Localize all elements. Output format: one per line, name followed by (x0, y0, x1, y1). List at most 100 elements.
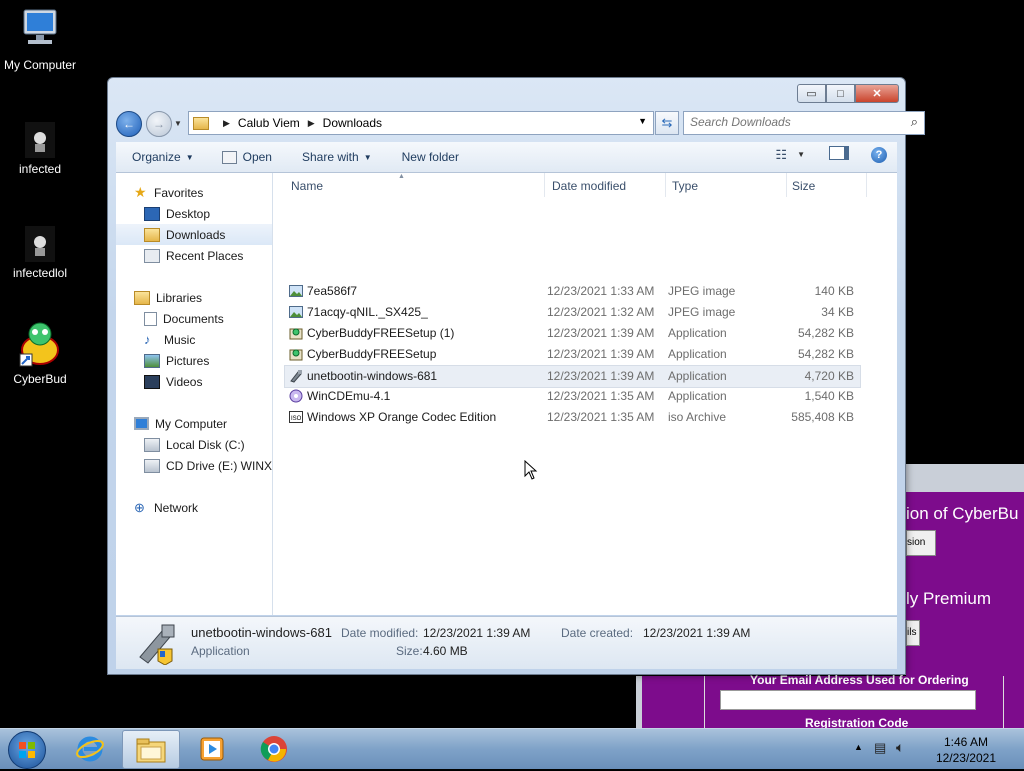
explorer-window[interactable]: ▭ □ ✕ ← → ▼ ▶ Calub Viem ▶ Downloads ▼ ⇆… (107, 77, 925, 675)
views-button[interactable]: ☷ ▼ (775, 147, 805, 163)
nav-libraries[interactable]: Libraries (116, 287, 272, 308)
taskbar-chrome[interactable] (246, 730, 302, 767)
nav-videos[interactable]: Videos (116, 371, 272, 392)
nav-favorites[interactable]: ★ Favorites (116, 182, 272, 203)
refresh-button[interactable]: ⇆ (655, 111, 679, 135)
iso-icon: ISO (289, 411, 303, 423)
chrome-icon (260, 735, 287, 762)
search-box[interactable]: ⌕ (683, 111, 925, 135)
file-list: ▲ Name Date modified Type Size 7ea586f7 … (273, 173, 897, 615)
image-icon (289, 285, 303, 297)
libraries-group: Libraries Documents ♪ Music Pictures Vid… (116, 287, 272, 392)
back-button[interactable]: ← (116, 111, 142, 137)
open-button[interactable]: Open (221, 150, 272, 164)
column-name[interactable]: Name (291, 179, 323, 193)
desktop-icon-infectedlol[interactable]: infectedlol (0, 226, 80, 280)
nav-music[interactable]: ♪ Music (116, 329, 272, 350)
details-date-modified: 12/23/2021 1:39 AM (423, 626, 531, 640)
file-row[interactable]: ISO Windows XP Orange Codec Edition 12/2… (285, 407, 860, 428)
desktop-icon-infected[interactable]: infected (0, 122, 80, 176)
new-folder-button[interactable]: New folder (402, 150, 459, 164)
cd-drive-icon (144, 458, 160, 473)
breadcrumb-downloads[interactable]: Downloads (323, 116, 382, 130)
taskbar-media-player[interactable] (184, 730, 240, 767)
file-row[interactable]: CyberBuddyFREESetup (1) 12/23/2021 1:39 … (285, 323, 860, 344)
desktop-icon (144, 206, 160, 221)
clock-time: 1:46 AM (943, 735, 988, 749)
clock[interactable]: 1:46 AM 12/23/2021 (936, 734, 996, 766)
column-date-modified[interactable]: Date modified (552, 179, 626, 193)
chevron-right-icon[interactable]: ▶ (223, 118, 230, 129)
file-row[interactable]: CyberBuddyFREESetup 12/23/2021 1:39 AM A… (285, 344, 860, 365)
help-icon[interactable]: ? (871, 146, 887, 163)
network-group: ⊕ Network (116, 497, 272, 518)
nav-network[interactable]: ⊕ Network (116, 497, 272, 518)
nav-downloads[interactable]: Downloads (116, 224, 272, 245)
cyberbud-icon (18, 320, 62, 368)
videos-icon (144, 374, 160, 389)
chevron-right-icon[interactable]: ▶ (308, 118, 315, 129)
preview-pane-button[interactable] (829, 146, 849, 163)
file-row[interactable]: 71acqy-qNIL._SX425_ 12/23/2021 1:32 AM J… (285, 302, 860, 323)
volume-icon[interactable]: 🔈︎ (896, 739, 904, 756)
star-icon: ★ (134, 184, 147, 200)
address-dropdown-icon[interactable]: ▼ (638, 116, 647, 126)
taskbar-internet-explorer[interactable] (62, 730, 118, 767)
clock-date: 12/23/2021 (935, 751, 996, 765)
minimize-button[interactable]: ▭ (797, 84, 826, 103)
nav-documents[interactable]: Documents (116, 308, 272, 329)
column-divider[interactable] (786, 173, 787, 197)
svg-text:ISO: ISO (291, 416, 302, 422)
nav-desktop[interactable]: Desktop (116, 203, 272, 224)
column-headers: ▲ Name Date modified Type Size (273, 173, 897, 197)
nav-cd-drive[interactable]: CD Drive (E:) WINXP (116, 455, 272, 476)
details-size: 4.60 MB (423, 644, 468, 658)
desktop-icon-my-computer[interactable]: My Computer (0, 8, 80, 72)
background-button-2[interactable]: ils (906, 620, 920, 646)
chevron-down-icon: ▼ (363, 152, 372, 162)
file-row[interactable]: WinCDEmu-4.1 12/23/2021 1:35 AM Applicat… (285, 386, 860, 407)
breadcrumb-calub-viem[interactable]: Calub Viem (238, 116, 300, 130)
nav-recent-places[interactable]: Recent Places (116, 245, 272, 266)
nav-my-computer[interactable]: My Computer (116, 413, 272, 434)
show-hidden-icons-icon[interactable]: ▲ (854, 742, 863, 752)
search-icon[interactable]: ⌕ (911, 114, 918, 130)
recent-pages-dropdown[interactable]: ▼ (174, 119, 182, 128)
column-type[interactable]: Type (672, 179, 698, 193)
search-input[interactable] (684, 112, 900, 132)
unetbootin-icon (290, 370, 302, 383)
desktop-icon-cyberbud[interactable]: CyberBud (0, 320, 80, 386)
column-divider[interactable] (544, 173, 545, 197)
taskbar-windows-explorer[interactable] (122, 730, 180, 769)
desktop-icon-label: CyberBud (13, 372, 67, 386)
network-icon: ⊕ (134, 499, 145, 515)
background-heading: ion of CyberBu (906, 504, 1019, 523)
column-divider[interactable] (866, 173, 867, 197)
nav-local-disk[interactable]: Local Disk (C:) (116, 434, 272, 455)
file-row-selected[interactable]: unetbootin-windows-681 12/23/2021 1:39 A… (284, 365, 861, 388)
file-row[interactable]: 7ea586f7 12/23/2021 1:33 AM JPEG image 1… (285, 281, 860, 302)
arrow-right-icon: → (153, 117, 165, 131)
email-input[interactable] (720, 690, 976, 710)
desktop-icon-label: infected (18, 162, 62, 176)
internet-explorer-icon (76, 736, 104, 761)
column-divider[interactable] (665, 173, 666, 197)
details-file-name: unetbootin-windows-681 (191, 625, 332, 640)
nav-pictures[interactable]: Pictures (116, 350, 272, 371)
details-date-modified-label: Date modified: (341, 626, 419, 640)
share-with-button[interactable]: Share with ▼ (302, 150, 372, 164)
forward-button[interactable]: → (146, 111, 172, 137)
background-button-1[interactable]: sion (906, 530, 936, 556)
start-button[interactable] (8, 731, 46, 769)
network-status-icon[interactable]: ▤ (874, 740, 886, 756)
maximize-button[interactable]: □ (826, 84, 855, 103)
address-bar[interactable]: ▶ Calub Viem ▶ Downloads ▼ (188, 111, 654, 135)
arrow-left-icon: ← (123, 117, 135, 131)
organize-button[interactable]: Organize ▼ (132, 150, 194, 164)
preview-pane-icon (829, 146, 849, 160)
close-button[interactable]: ✕ (855, 84, 899, 103)
view-controls: ☷ ▼ ? (765, 146, 887, 163)
background-app-window[interactable]: ion of CyberBu sion ly Premium ils (906, 464, 1024, 676)
column-size[interactable]: Size (792, 179, 815, 193)
unetbootin-large-icon (139, 624, 175, 665)
